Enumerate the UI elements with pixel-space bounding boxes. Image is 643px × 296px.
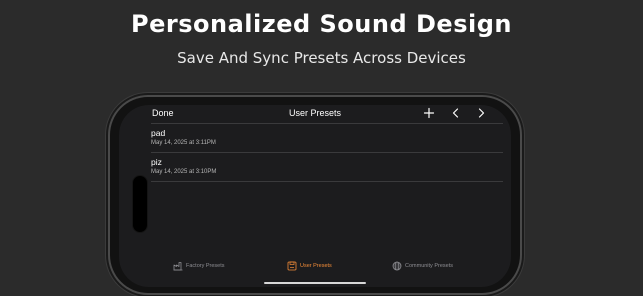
home-indicator[interactable]	[264, 282, 366, 284]
tab-bar: Factory Presets User Presets Community P…	[119, 259, 511, 273]
preset-row[interactable]: piz May 14, 2025 at 3:10PM	[151, 152, 503, 182]
globe-icon	[392, 261, 402, 271]
preset-name: piz	[151, 157, 162, 167]
tab-label: User Presets	[300, 263, 332, 269]
factory-icon	[173, 262, 183, 271]
tab-community-presets[interactable]: Community Presets	[392, 259, 453, 273]
preset-name: pad	[151, 128, 166, 138]
preset-date: May 14, 2025 at 3:10PM	[151, 169, 217, 175]
chevron-right-icon	[478, 108, 485, 118]
app-screen: Done User Presets pad May 14, 2025 at 3:…	[119, 105, 511, 287]
decorative-line	[238, 94, 286, 95]
back-button[interactable]	[449, 106, 463, 120]
navigation-bar: Done User Presets	[119, 105, 511, 123]
forward-button[interactable]	[474, 106, 488, 120]
hero-title: Personalized Sound Design	[131, 10, 512, 38]
user-presets-icon	[287, 261, 297, 271]
preset-list: pad May 14, 2025 at 3:11PM piz May 14, 2…	[151, 123, 503, 182]
tab-user-presets[interactable]: User Presets	[287, 259, 332, 273]
plus-icon	[423, 107, 435, 119]
preset-date: May 14, 2025 at 3:11PM	[151, 140, 216, 146]
preset-row[interactable]: pad May 14, 2025 at 3:11PM	[151, 123, 503, 152]
camera-island	[132, 175, 148, 233]
tab-factory-presets[interactable]: Factory Presets	[173, 259, 225, 273]
tab-label: Factory Presets	[186, 263, 225, 269]
hero-subtitle: Save And Sync Presets Across Devices	[177, 49, 466, 67]
add-preset-button[interactable]	[422, 106, 436, 120]
tab-label: Community Presets	[405, 263, 453, 269]
phone-frame: Done User Presets pad May 14, 2025 at 3:…	[110, 97, 520, 293]
chevron-left-icon	[452, 108, 459, 118]
